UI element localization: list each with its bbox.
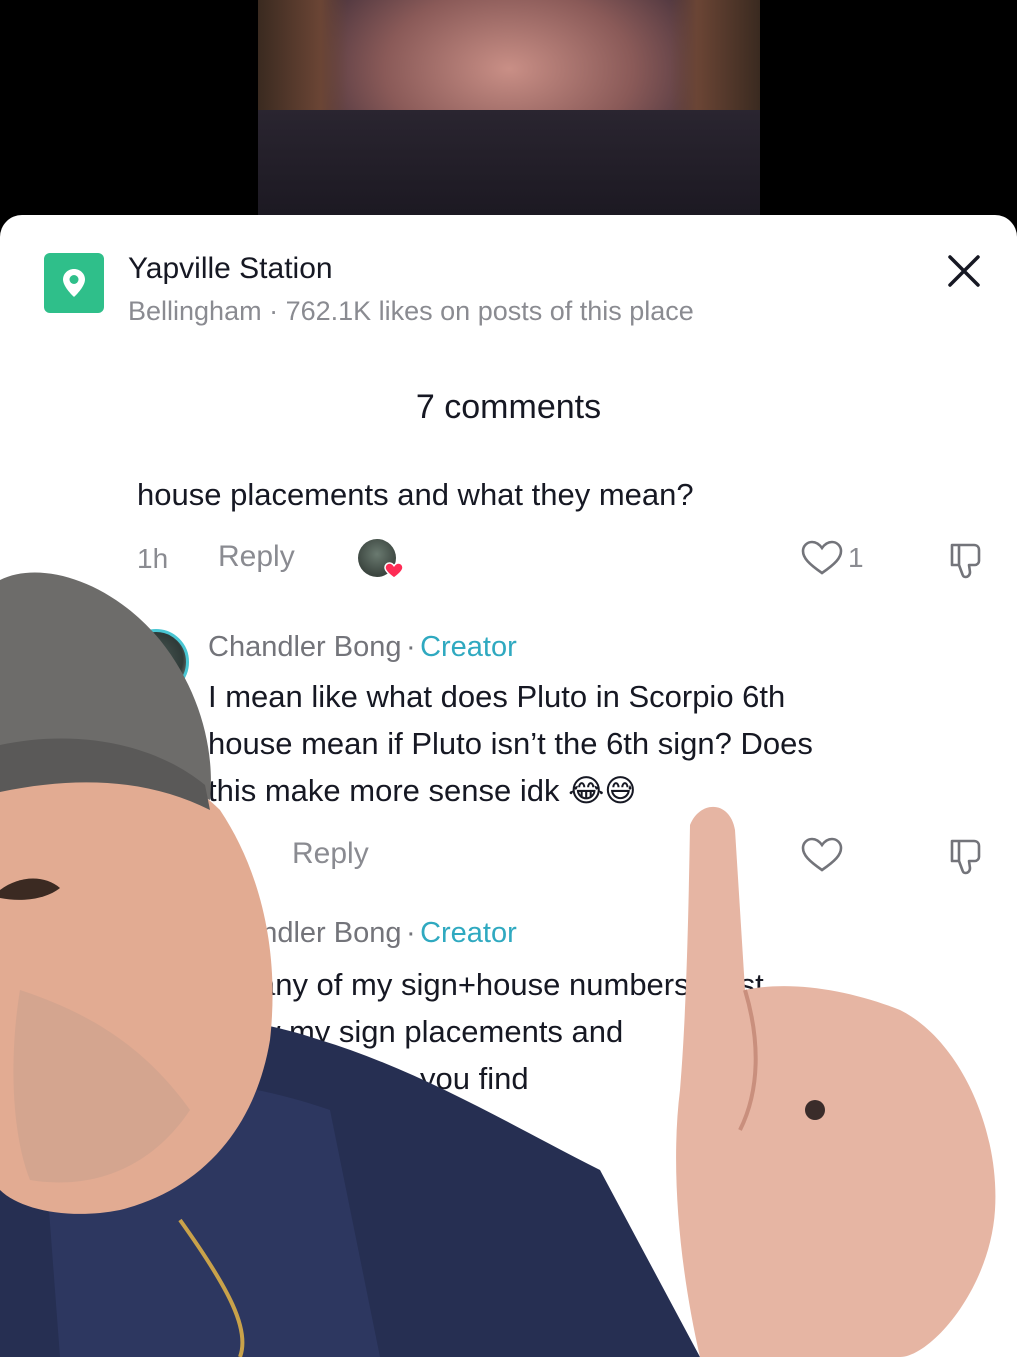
comment-line: I mean like what does Pluto in Scorpio 6… [208, 679, 786, 714]
comment-text: I mean like what does Pluto in Scorpio 6… [208, 673, 988, 814]
comment-author[interactable]: Chandler Bong [208, 631, 401, 663]
comments-count: 7 comments [415, 388, 602, 426]
close-icon[interactable] [944, 251, 984, 291]
author-separator: · [405, 631, 416, 663]
place-name: Yapville Station [128, 252, 333, 285]
like-button[interactable]: 1 [800, 538, 880, 580]
place-header[interactable]: Yapville Station Bellingham · 762.1K lik… [44, 253, 694, 327]
comments-sheet: Yapville Station Bellingham · 762.1K lik… [0, 215, 1017, 1357]
comment-text: Idk any of my sign+house numbers I just … [208, 961, 988, 1102]
comment-text: house placements and what they mean? [137, 477, 694, 512]
author-separator: · [405, 917, 416, 949]
place-subtitle: Bellingham · 762.1K likes on posts of th… [128, 296, 694, 326]
comment-author[interactable]: Chandler Bong [208, 917, 401, 949]
comment-line: and on how do you find [208, 1061, 529, 1096]
video-frame [258, 0, 760, 230]
video-background [0, 0, 1017, 230]
clipped-comment-line: ​ [137, 443, 957, 467]
comment-line: this make more sense idk 😂😅 [208, 773, 637, 808]
comment-line: house mean if Pluto isn’t the 6th sign? … [208, 726, 813, 761]
comment-author-line: Chandler Bong · Creator [208, 917, 517, 950]
avatar[interactable] [123, 629, 189, 695]
creator-badge: Creator [420, 631, 517, 663]
heart-icon [384, 562, 404, 579]
dislike-icon[interactable] [944, 835, 986, 877]
reply-button[interactable]: Reply [218, 540, 295, 574]
heart-outline-icon [801, 837, 843, 872]
comment-line: Idk any of my sign+house numbers I just [208, 967, 764, 1002]
comment-author-line: Chandler Bong · Creator [208, 631, 517, 664]
reply-button[interactable]: Reply [292, 837, 369, 871]
location-pin-icon [44, 253, 104, 313]
comment-time: 1h [137, 543, 169, 574]
creator-badge: Creator [420, 917, 517, 949]
heart-outline-icon [801, 540, 843, 575]
like-button[interactable] [800, 835, 844, 877]
creator-liked-avatar [358, 539, 404, 579]
dislike-icon[interactable] [944, 539, 986, 581]
like-count: 1 [848, 542, 864, 573]
video-shirt [258, 110, 760, 230]
comment-line: know my sign placements and [208, 1014, 624, 1049]
